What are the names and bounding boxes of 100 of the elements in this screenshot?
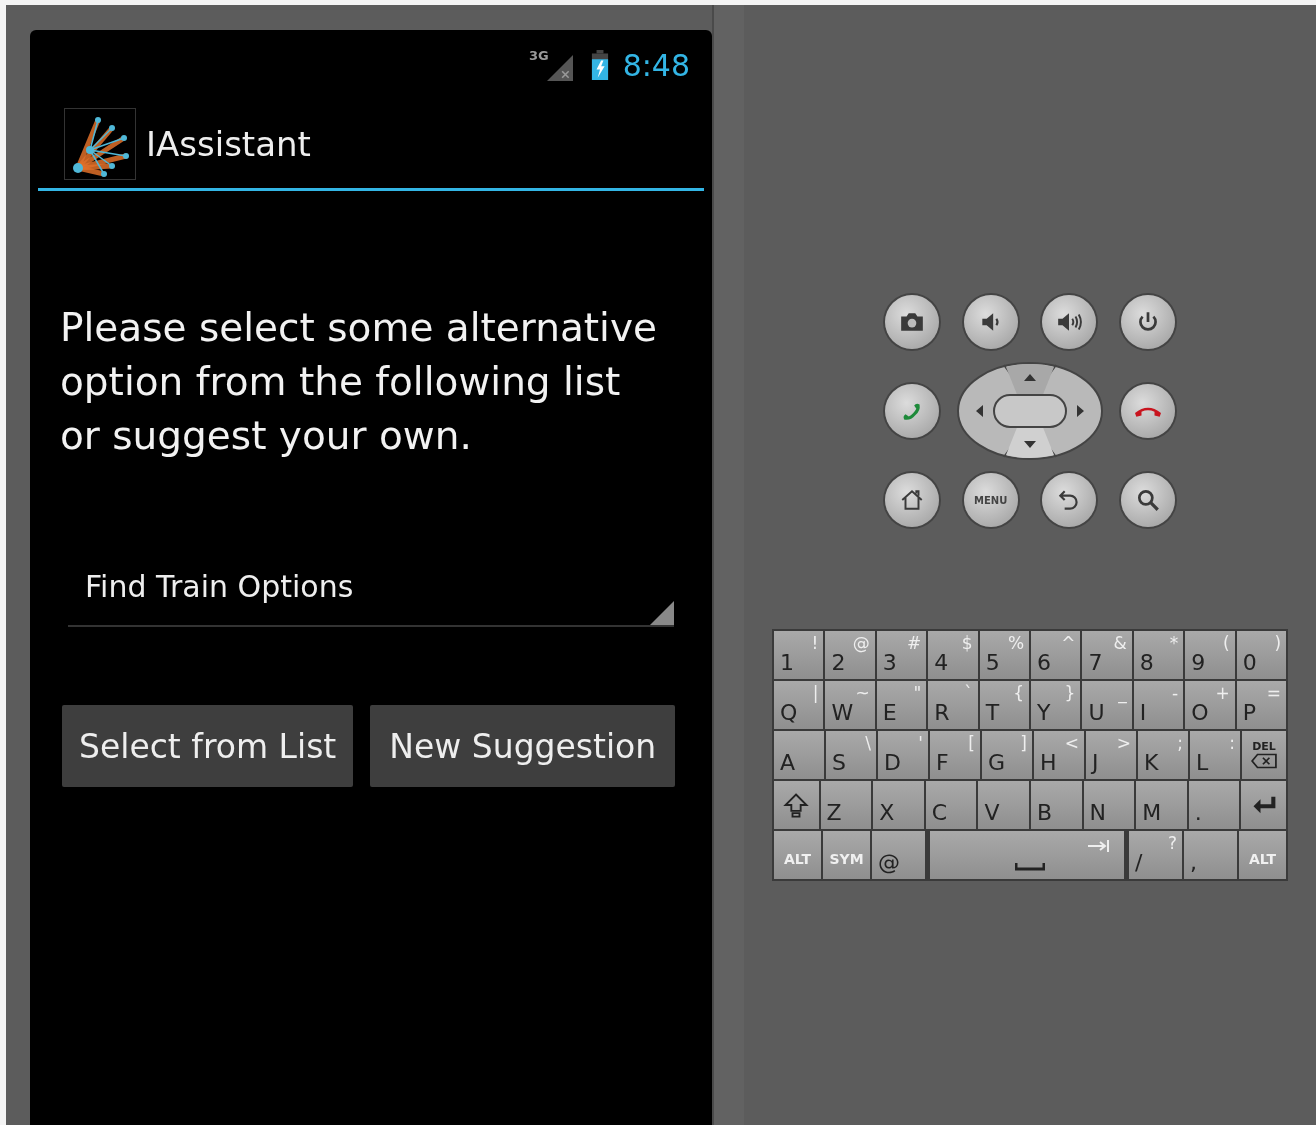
key-label: V: [984, 801, 1000, 825]
action-button[interactable]: Select from List: [62, 705, 354, 787]
alt-symbol: ": [913, 683, 922, 703]
key-label: P: [1242, 701, 1256, 725]
keyboard-key[interactable]: P =: [1236, 681, 1287, 729]
spinner[interactable]: Find Train Options: [68, 547, 674, 627]
camera-button[interactable]: [885, 295, 939, 349]
keyboard-key[interactable]: U _: [1082, 681, 1132, 729]
alt-symbol: ]: [1020, 733, 1027, 753]
keyboard-key[interactable]: / ?: [1129, 831, 1182, 879]
alt-symbol: &: [1113, 633, 1127, 653]
keyboard-key[interactable]: DEL: [1242, 731, 1286, 779]
keyboard-key[interactable]: C: [925, 781, 977, 829]
end-call-button[interactable]: [1121, 384, 1175, 438]
keyboard-key[interactable]: .: [1188, 781, 1240, 829]
alt-symbol: ^: [1061, 633, 1076, 653]
volume-down-button[interactable]: [963, 295, 1018, 349]
keyboard-key[interactable]: D ': [878, 731, 928, 779]
keyboard-key[interactable]: 1 !: [774, 631, 824, 679]
keyboard-key[interactable]: A: [774, 731, 824, 779]
keyboard-key[interactable]: ,: [1184, 831, 1237, 879]
alt-symbol: }: [1064, 683, 1076, 703]
shift-icon: [782, 791, 811, 819]
keyboard-key[interactable]: O +: [1185, 681, 1235, 729]
key-label: .: [1194, 801, 1202, 825]
alt-symbol: `: [964, 683, 973, 703]
keyboard-key[interactable]: 0 ): [1236, 631, 1287, 679]
clock: 8:48: [622, 47, 690, 83]
key-label: 6: [1037, 651, 1052, 675]
keyboard-key[interactable]: 4 $: [928, 631, 978, 679]
keyboard-key[interactable]: B: [1030, 781, 1082, 829]
alt-symbol: +: [1215, 683, 1230, 703]
alt-symbol: |: [812, 683, 819, 703]
keyboard-key[interactable]: Q |: [774, 681, 824, 729]
keyboard-key[interactable]: Y }: [1031, 681, 1081, 729]
key-label: 4: [934, 651, 949, 675]
alt-symbol: >: [1116, 733, 1131, 753]
keyboard-key[interactable]: 2 @: [825, 631, 875, 679]
keyboard-key[interactable]: J >: [1086, 731, 1136, 779]
menu-button[interactable]: MENU: [963, 473, 1018, 527]
key-label: J: [1092, 751, 1099, 775]
alt-symbol: {: [1013, 683, 1025, 703]
keyboard-key[interactable]: 3 #: [876, 631, 927, 679]
keyboard-key[interactable]: H <: [1034, 731, 1084, 779]
keyboard-key[interactable]: [774, 781, 819, 829]
keyboard-key[interactable]: I -: [1133, 681, 1184, 729]
keyboard-key[interactable]: 6 ^: [1031, 631, 1081, 679]
keyboard-key[interactable]: 9 (: [1185, 631, 1235, 679]
key-label: 0: [1242, 651, 1257, 675]
key-label: T: [985, 701, 1000, 725]
alt-symbol: ;: [1177, 733, 1183, 753]
call-button[interactable]: [885, 384, 939, 438]
dpad[interactable]: [956, 361, 1104, 461]
keyboard-key[interactable]: 5 %: [979, 631, 1030, 679]
key-label: N: [1089, 801, 1107, 825]
keyboard-key[interactable]: X: [873, 781, 924, 829]
alt-symbol: ?: [1167, 833, 1177, 853]
key-label: I: [1139, 701, 1147, 725]
keyboard-key[interactable]: W ~: [825, 681, 875, 729]
alt-symbol: @: [852, 633, 870, 653]
alt-symbol: $: [961, 633, 973, 653]
keyboard-key[interactable]: [1241, 781, 1286, 829]
key-label: L: [1196, 751, 1209, 775]
power-button[interactable]: [1120, 295, 1175, 349]
key-label: B: [1036, 801, 1053, 825]
key-label: O: [1191, 701, 1209, 725]
key-label: Y: [1037, 701, 1051, 725]
keyboard-key[interactable]: 7 &: [1082, 631, 1132, 679]
keyboard-key[interactable]: T {: [979, 681, 1030, 729]
key-label: M: [1142, 801, 1162, 825]
home-button[interactable]: [885, 473, 939, 527]
keyboard-key[interactable]: L :: [1190, 731, 1240, 779]
keyboard-key[interactable]: N: [1083, 781, 1135, 829]
home-icon: [899, 487, 925, 513]
key-label: G: [988, 751, 1006, 775]
keyboard-key[interactable]: @: [872, 831, 925, 879]
key-label: F: [936, 751, 949, 775]
key-label: E: [882, 701, 897, 725]
back-button[interactable]: [1042, 473, 1097, 527]
keyboard-key[interactable]: Z: [820, 781, 872, 829]
keyboard-key[interactable]: F [: [930, 731, 980, 779]
alt-symbol: ~: [855, 683, 870, 703]
key-label: @: [878, 851, 900, 875]
search-button[interactable]: [1120, 473, 1175, 527]
alt-symbol: !: [811, 633, 819, 653]
keyboard-key[interactable]: V: [978, 781, 1029, 829]
volume-up-button[interactable]: [1042, 295, 1097, 349]
keyboard-key[interactable]: K ;: [1138, 731, 1188, 779]
key-label: U: [1088, 701, 1105, 725]
keyboard-key[interactable]: E ": [876, 681, 927, 729]
keyboard-key[interactable]: S \: [826, 731, 876, 779]
action-button[interactable]: New Suggestion: [370, 705, 676, 787]
keyboard-key[interactable]: R `: [928, 681, 978, 729]
keyboard-key[interactable]: M: [1136, 781, 1187, 829]
keyboard-key[interactable]: 8 *: [1133, 631, 1184, 679]
alt-symbol: <: [1064, 733, 1079, 753]
app-logo-icon: [64, 108, 136, 180]
keyboard-key[interactable]: G ]: [982, 731, 1032, 779]
key-label: W: [831, 701, 854, 725]
key-label: C: [931, 801, 948, 825]
